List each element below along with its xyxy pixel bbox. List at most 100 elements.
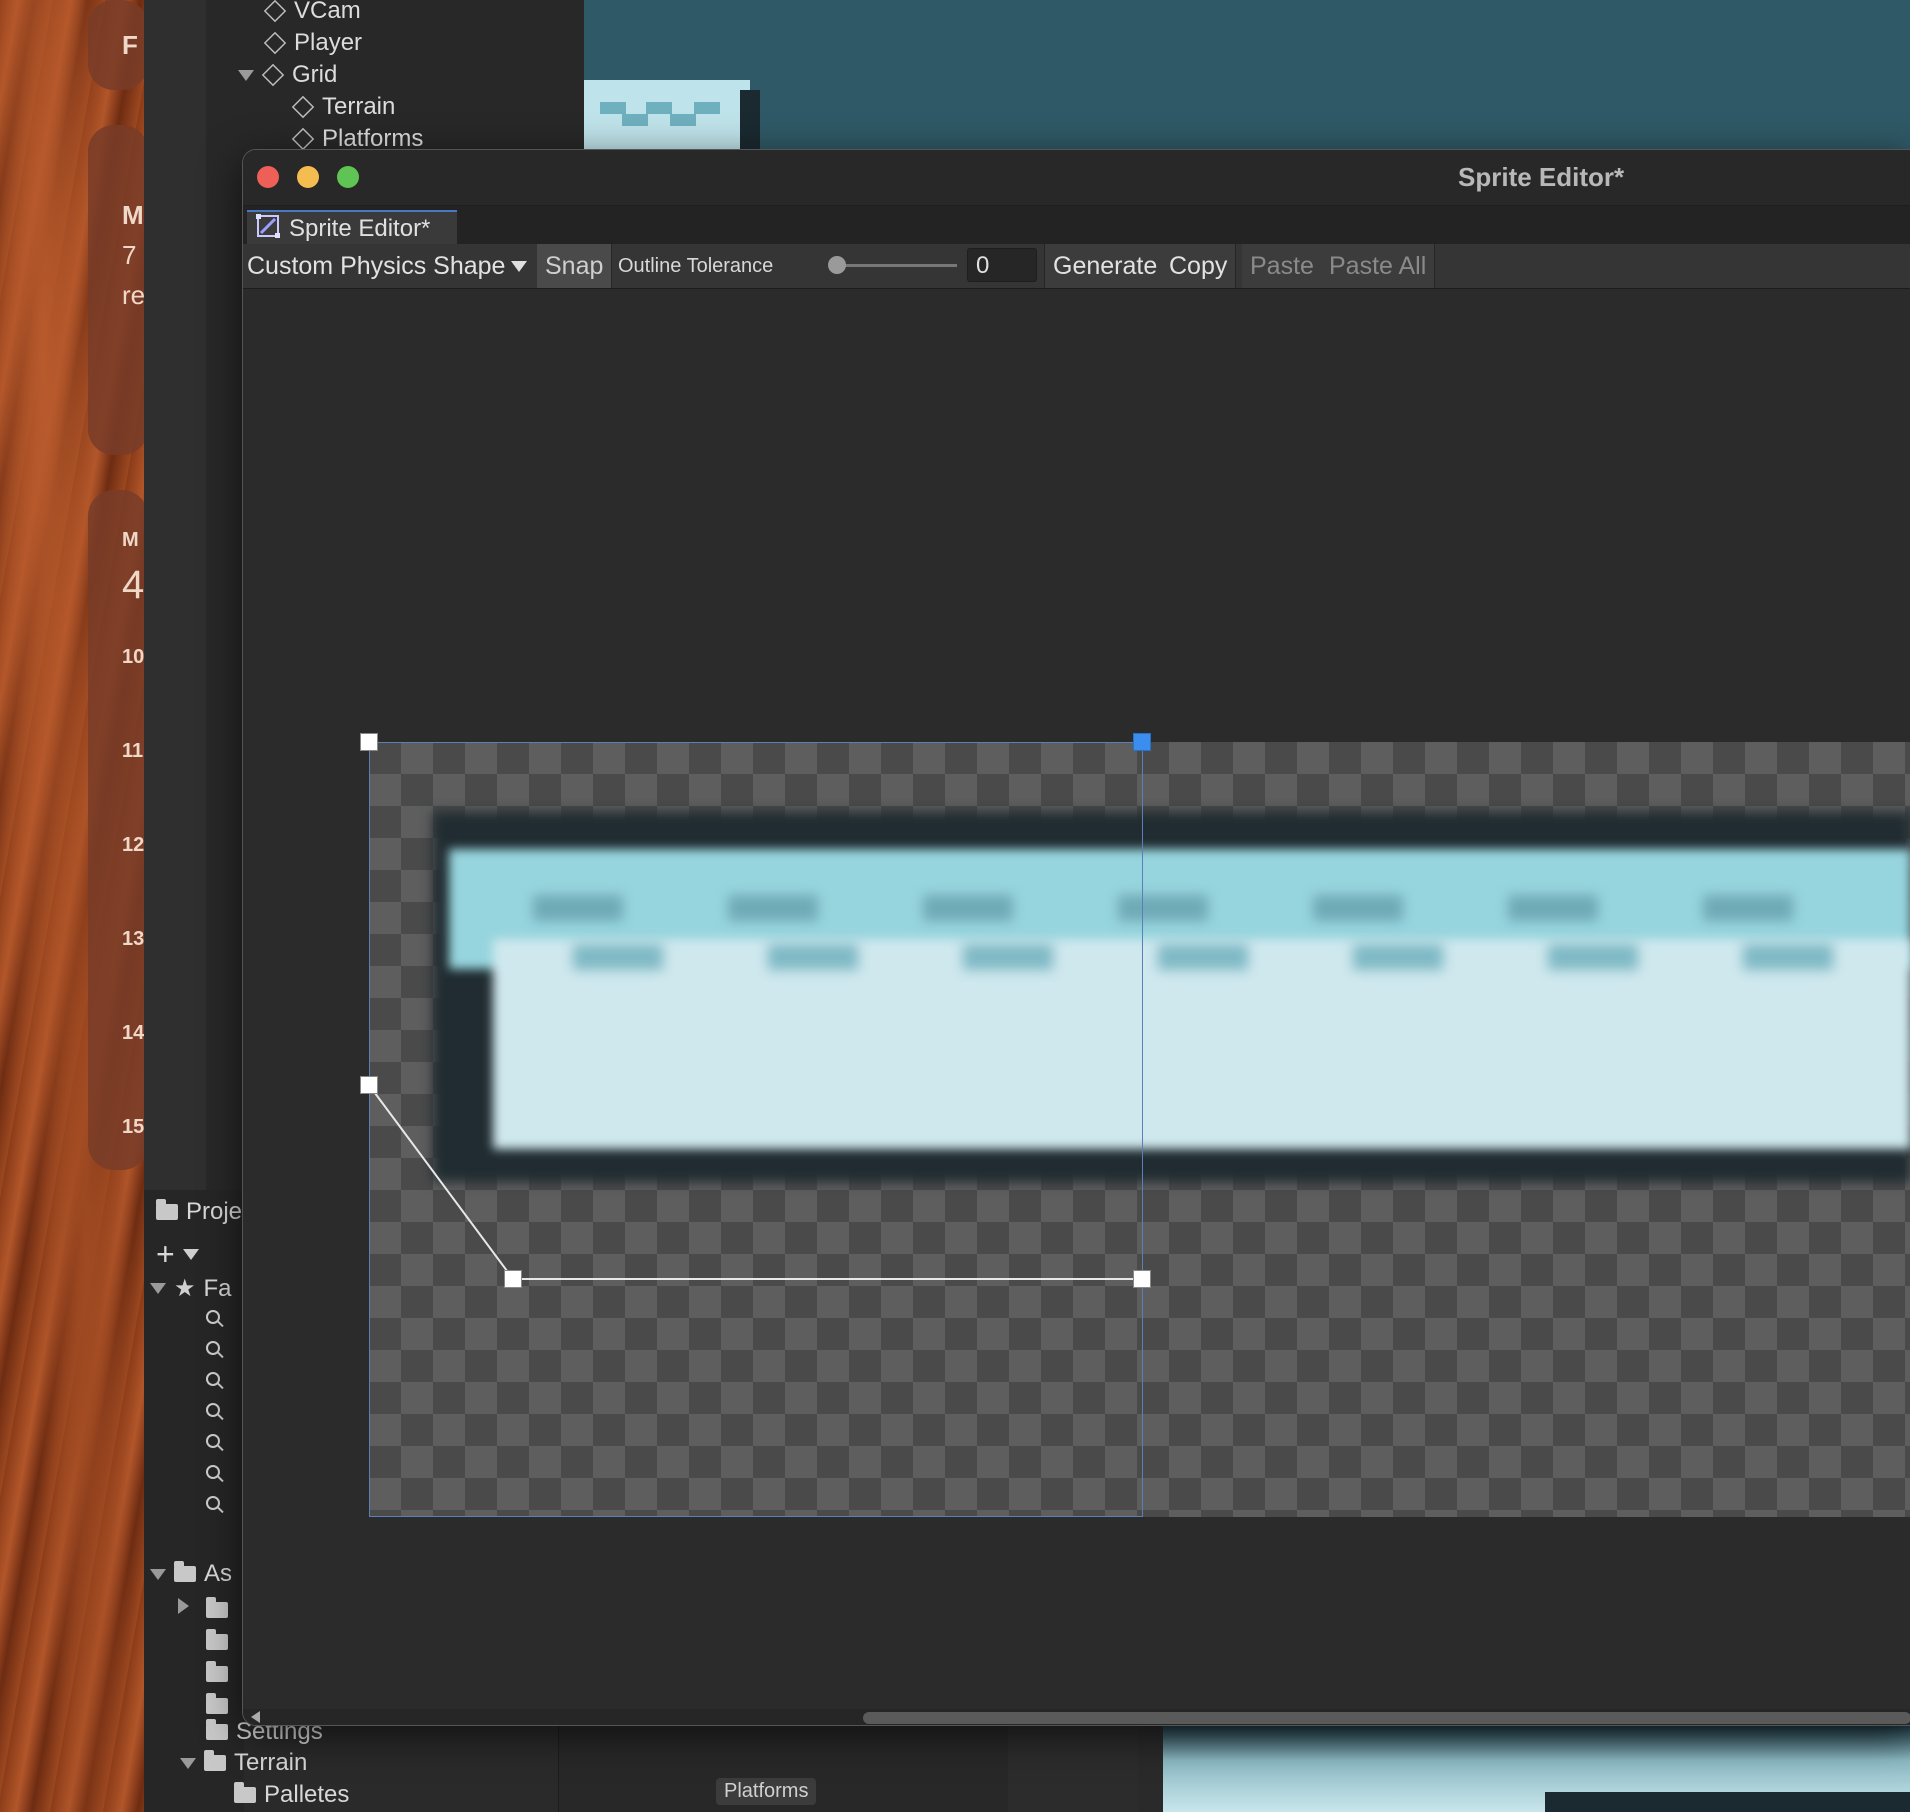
copy-button[interactable]: Copy xyxy=(1161,244,1237,288)
tab-bar: Sprite Editor* xyxy=(243,206,1910,246)
favorites-search-list xyxy=(206,1310,220,1510)
shape-vertex-handle[interactable] xyxy=(360,1076,378,1094)
folder-icon[interactable] xyxy=(206,1629,228,1650)
outline-tolerance-slider[interactable] xyxy=(828,256,957,274)
search-icon[interactable] xyxy=(206,1434,220,1448)
folder-icon xyxy=(234,1782,256,1803)
create-button[interactable]: + xyxy=(156,1236,199,1273)
snap-toggle[interactable]: Snap xyxy=(537,244,613,288)
favorites-section[interactable]: ★ Fa xyxy=(150,1274,232,1303)
chevron-down-icon xyxy=(182,1249,199,1260)
project-tab[interactable]: Proje xyxy=(156,1198,242,1226)
scene-platform-tile xyxy=(584,80,750,150)
project-tab-label: Proje xyxy=(186,1198,243,1225)
tab-label: Sprite Editor* xyxy=(289,215,431,242)
asset-folder-list xyxy=(206,1597,228,1714)
asset-name-badge[interactable]: Platforms xyxy=(716,1778,817,1805)
search-icon[interactable] xyxy=(206,1403,220,1417)
hierarchy-item-player[interactable]: Player xyxy=(263,28,363,58)
folder-palletes[interactable]: Palletes xyxy=(234,1781,349,1809)
folder-terrain[interactable]: Terrain xyxy=(180,1749,307,1777)
expand-arrow-icon[interactable] xyxy=(150,1283,166,1294)
widget-text: F xyxy=(122,30,138,60)
scene-view xyxy=(584,0,1910,150)
expand-arrow-icon[interactable] xyxy=(150,1568,166,1580)
hierarchy-item-terrain[interactable]: Terrain xyxy=(291,92,396,122)
star-icon: ★ xyxy=(174,1275,196,1302)
folder-label: Terrain xyxy=(234,1749,308,1776)
hierarchy-item-grid[interactable]: Grid xyxy=(238,60,337,90)
hierarchy-item-vcam[interactable]: VCam xyxy=(263,0,361,26)
tile-detail xyxy=(622,114,648,126)
tile-detail xyxy=(600,102,626,114)
hierarchy-item-label: VCam xyxy=(294,0,361,24)
plus-icon: + xyxy=(156,1236,175,1272)
folder-label: Palletes xyxy=(264,1781,350,1808)
outline-tolerance-label: Outline Tolerance xyxy=(618,255,774,277)
scrollbar-thumb[interactable] xyxy=(863,1712,1910,1724)
gameobject-icon xyxy=(263,0,287,23)
gameobject-icon xyxy=(291,127,315,151)
window-title: Sprite Editor* xyxy=(1458,162,1625,192)
gameobject-icon xyxy=(263,31,287,55)
desktop-widget: M 4 10 11 12 13 14 15 xyxy=(88,490,148,1170)
scene-tile-shadow xyxy=(740,90,760,150)
gameobject-icon xyxy=(261,63,285,87)
sprite-editor-icon xyxy=(255,213,281,246)
folder-open-icon xyxy=(204,1750,226,1771)
tile-detail xyxy=(646,102,672,114)
folder-icon[interactable] xyxy=(206,1661,228,1682)
search-icon[interactable] xyxy=(206,1372,220,1386)
folder-icon[interactable] xyxy=(206,1693,228,1714)
hierarchy-item-label: Player xyxy=(294,29,363,56)
search-icon[interactable] xyxy=(206,1341,220,1355)
desktop-widget: M 7 re xyxy=(88,125,148,455)
tile-detail xyxy=(670,114,696,126)
assets-label: As xyxy=(204,1560,233,1587)
sprite-editor-toolbar: Custom Physics Shape Snap Outline Tolera… xyxy=(243,244,1910,289)
mode-dropdown-label: Custom Physics Shape xyxy=(247,252,506,280)
sprite-canvas[interactable] xyxy=(243,289,1910,1725)
desktop-widget: F xyxy=(88,0,148,90)
folder-open-icon xyxy=(174,1561,196,1582)
scene-preview-shadow xyxy=(1545,1792,1910,1812)
paste-all-button[interactable]: Paste All xyxy=(1321,244,1436,288)
paste-button[interactable]: Paste xyxy=(1242,244,1323,288)
shape-vertex-handle[interactable] xyxy=(360,733,378,751)
assets-section[interactable]: As xyxy=(150,1560,232,1588)
tab-sprite-editor[interactable]: Sprite Editor* xyxy=(247,210,457,246)
scroll-left-arrow-icon[interactable] xyxy=(251,1711,260,1723)
hierarchy-gutter xyxy=(144,0,206,1200)
canvas-area xyxy=(243,289,1910,1725)
mode-dropdown[interactable]: Custom Physics Shape xyxy=(247,244,528,288)
hierarchy-item-label: Grid xyxy=(292,61,338,88)
window-titlebar[interactable]: Sprite Editor* xyxy=(243,150,1910,206)
slider-handle[interactable] xyxy=(828,256,846,274)
expand-arrow-icon[interactable] xyxy=(238,69,254,81)
expand-arrow-icon[interactable] xyxy=(178,1598,189,1614)
tile-detail xyxy=(694,102,720,114)
side-panel xyxy=(1008,1726,1138,1812)
maximize-button[interactable] xyxy=(337,166,359,188)
close-button[interactable] xyxy=(257,166,279,188)
folder-icon xyxy=(156,1199,178,1220)
hierarchy-item-label: Terrain xyxy=(322,93,396,120)
desktop-wallpaper: F M 7 re M 4 10 11 12 13 14 15 xyxy=(0,0,148,1812)
minimize-button[interactable] xyxy=(297,166,319,188)
shape-vertex-handle[interactable] xyxy=(1133,1270,1151,1288)
folder-icon[interactable] xyxy=(206,1597,228,1618)
search-icon[interactable] xyxy=(206,1496,220,1510)
folder-icon xyxy=(206,1719,228,1740)
generate-button[interactable]: Generate xyxy=(1044,244,1167,288)
gameobject-icon xyxy=(291,95,315,119)
expand-arrow-icon[interactable] xyxy=(180,1757,196,1769)
favorites-label: Fa xyxy=(203,1274,232,1302)
shape-vertex-handle[interactable] xyxy=(504,1270,522,1288)
search-icon[interactable] xyxy=(206,1310,220,1324)
sprite-editor-window: Sprite Editor* Sprite Editor* Custom Phy… xyxy=(242,149,1910,1726)
chevron-down-icon xyxy=(511,260,528,272)
outline-tolerance-input[interactable]: 0 xyxy=(967,248,1037,282)
physics-shape-outline xyxy=(368,1084,1142,1280)
search-icon[interactable] xyxy=(206,1465,220,1479)
shape-vertex-handle-selected[interactable] xyxy=(1133,733,1151,751)
